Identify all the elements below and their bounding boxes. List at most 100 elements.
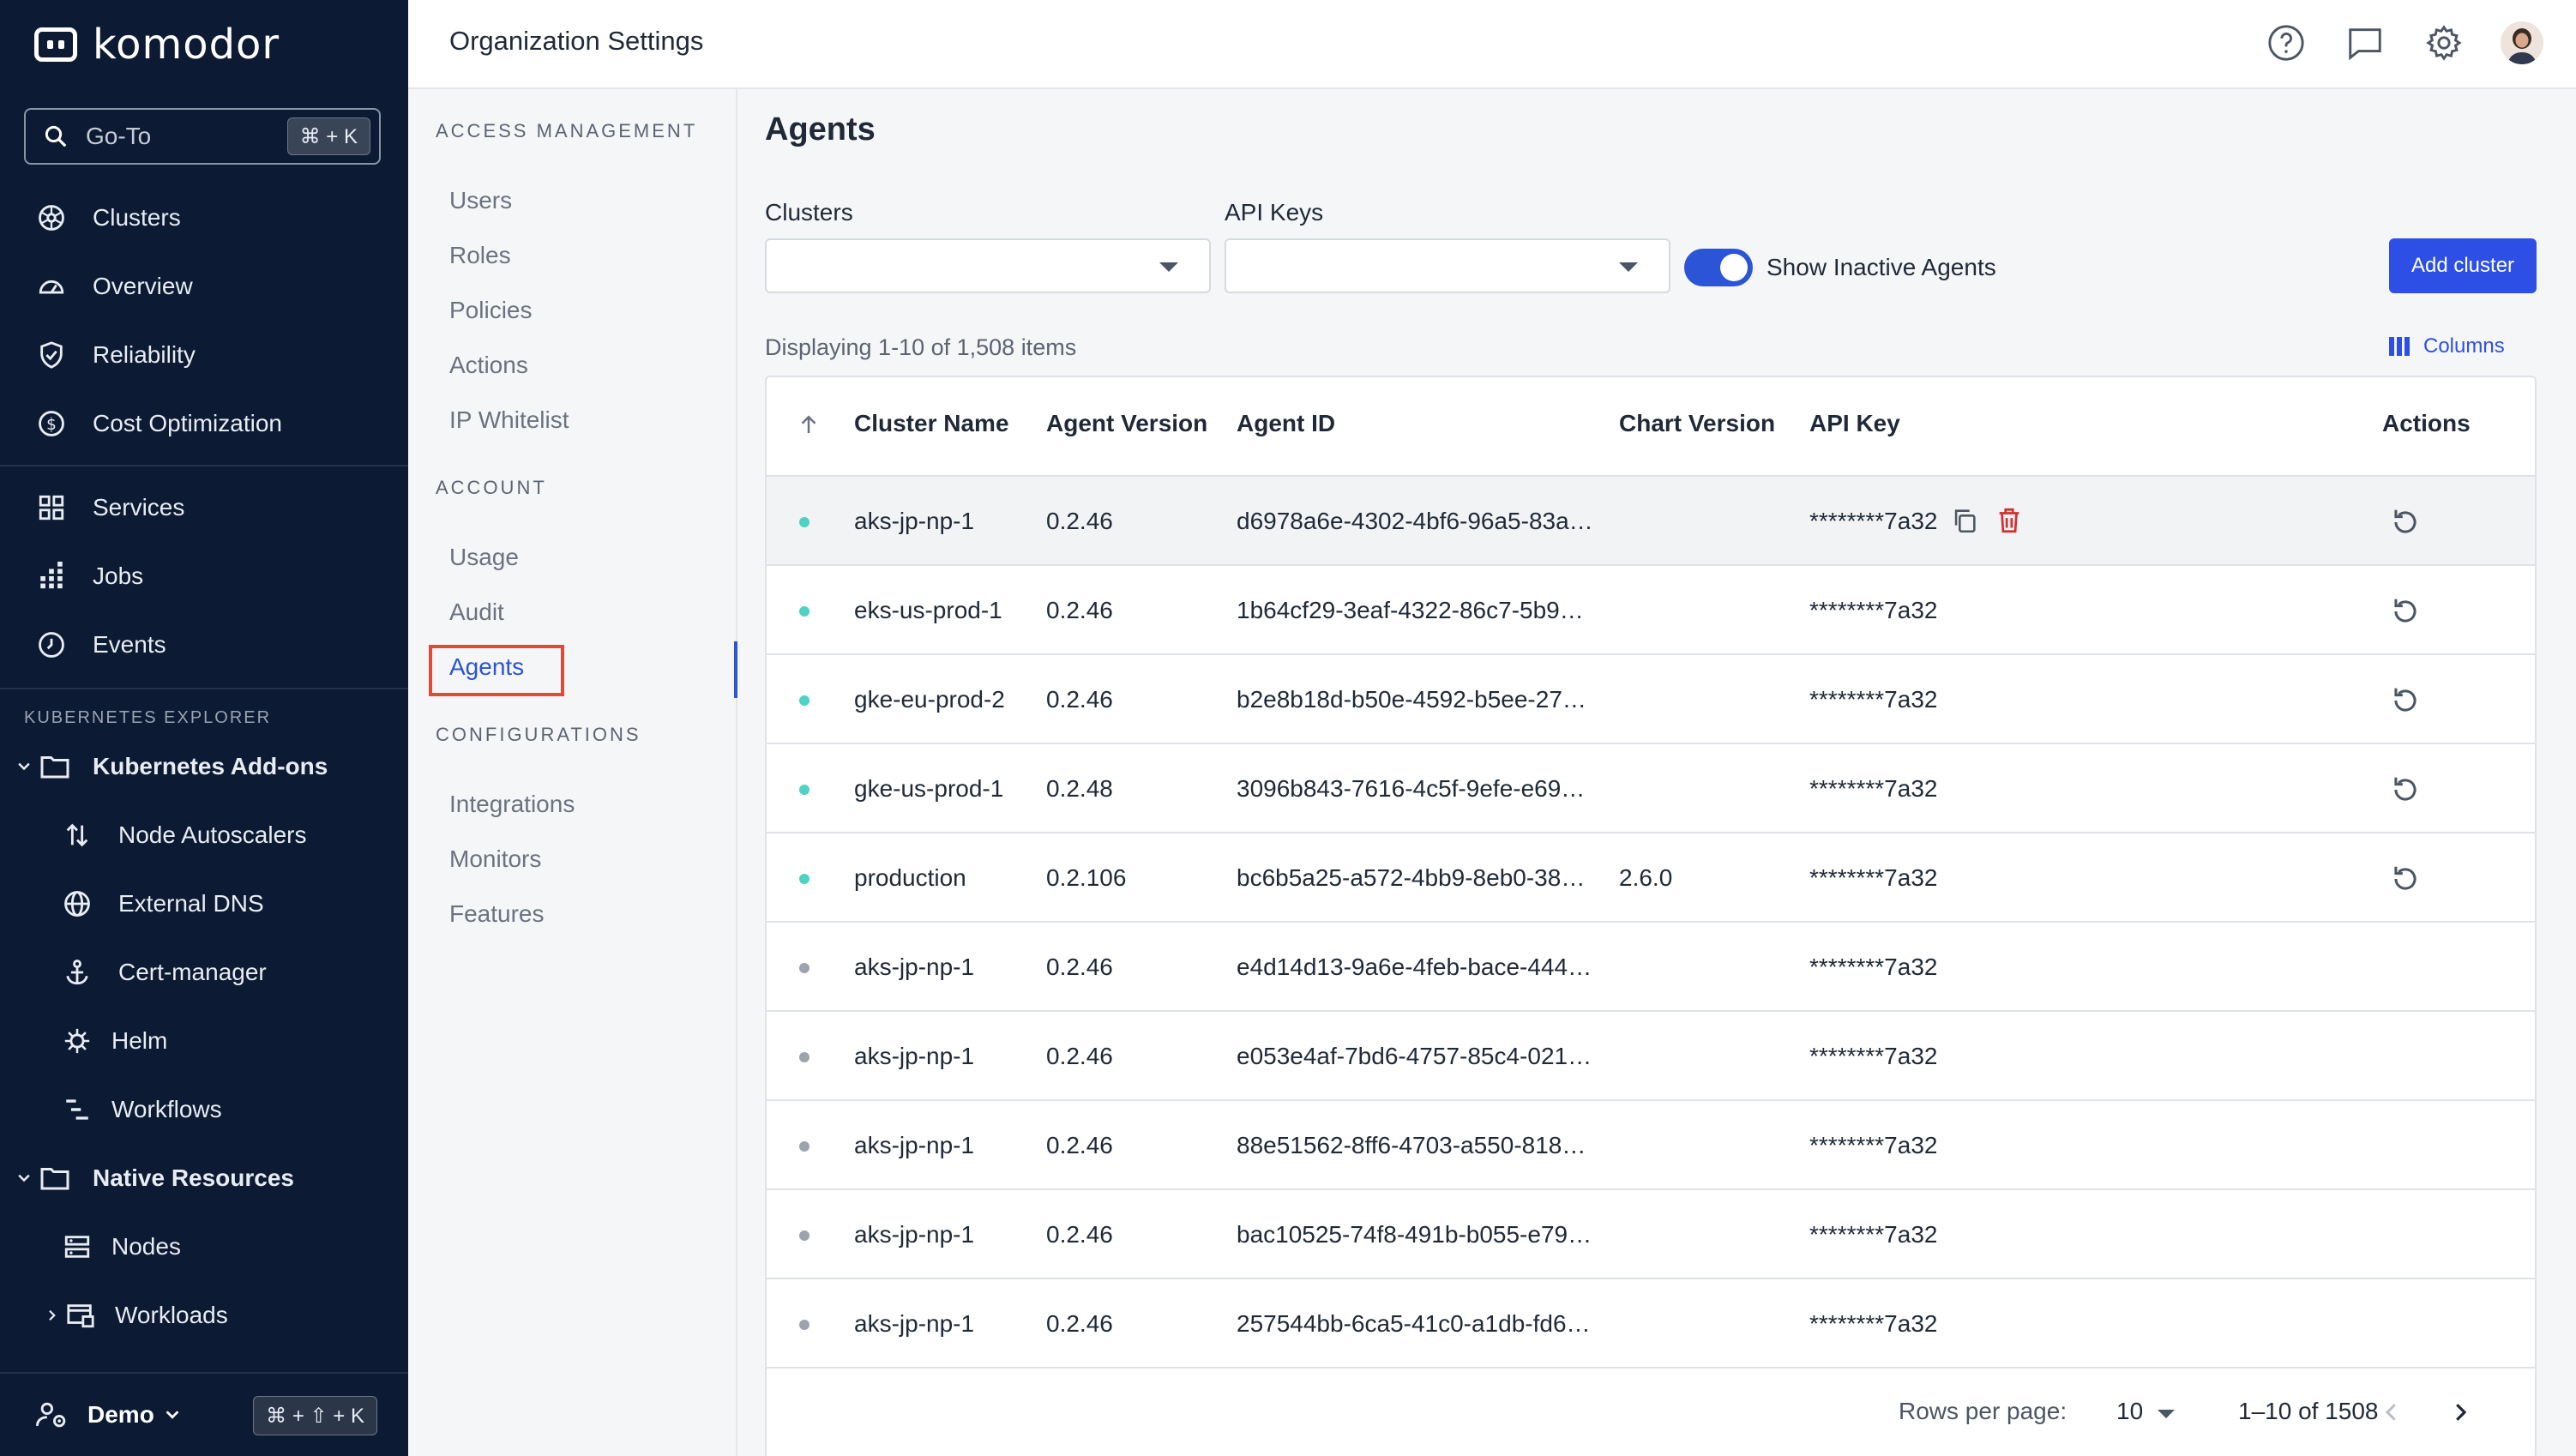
caret-down-icon[interactable] bbox=[2158, 1410, 2175, 1418]
settings-link-monitors[interactable]: Monitors bbox=[449, 845, 541, 873]
nav-clusters[interactable]: Clusters bbox=[34, 192, 181, 244]
nav-node-autoscalers[interactable]: Node Autoscalers bbox=[60, 809, 306, 861]
gear-icon[interactable] bbox=[2422, 21, 2466, 65]
users-gear-icon bbox=[36, 1402, 66, 1428]
settings-link-policies[interactable]: Policies bbox=[449, 297, 532, 324]
settings-link-usage[interactable]: Usage bbox=[449, 544, 519, 571]
table-row[interactable]: production 0.2.106 bc6b5a25-a572-4bb9-8eb0… bbox=[767, 833, 2535, 923]
items-count: Displaying 1-10 of 1,508 items bbox=[765, 334, 1077, 360]
settings-link-roles[interactable]: Roles bbox=[449, 242, 511, 269]
table-row[interactable]: aks-jp-np-1 0.2.46 bac10525-74f8-491b-b055… bbox=[767, 1190, 2535, 1279]
table-row[interactable]: gke-us-prod-1 0.2.48 3096b843-7616-4c5f-9e… bbox=[767, 744, 2535, 833]
help-icon[interactable] bbox=[2264, 21, 2308, 65]
show-inactive-toggle[interactable] bbox=[1684, 249, 1753, 286]
cell-agent-id: d6978a6e-4302-4bf6-96a5-83a… bbox=[1237, 508, 1593, 534]
col-agent-id[interactable]: Agent ID bbox=[1237, 410, 1335, 437]
nav-events-label: Events bbox=[93, 631, 166, 658]
settings-link-audit[interactable]: Audit bbox=[449, 599, 504, 626]
table-row[interactable]: aks-jp-np-1 0.2.46 257544bb-6ca5-41c0-a1db… bbox=[767, 1279, 2535, 1369]
delete-icon[interactable] bbox=[1995, 506, 2024, 535]
table-row[interactable]: aks-jp-np-1 0.2.46 e4d14d13-9a6e-4feb-bace… bbox=[767, 923, 2535, 1012]
nav-external-dns[interactable]: External DNS bbox=[60, 878, 264, 930]
col-api-key[interactable]: API Key bbox=[1809, 410, 1900, 437]
cell-agent-id: 88e51562-8ff6-4703-a550-818… bbox=[1237, 1132, 1586, 1158]
shield-check-icon bbox=[34, 338, 69, 372]
clusters-select[interactable] bbox=[765, 238, 1211, 293]
nav-workflows[interactable]: Workflows bbox=[60, 1084, 222, 1135]
status-dot bbox=[799, 695, 810, 706]
nav-services[interactable]: Services bbox=[34, 482, 184, 533]
nav-kubernetes-addons[interactable]: Kubernetes Add-ons bbox=[15, 741, 328, 792]
nav-workloads[interactable]: Workloads bbox=[45, 1290, 228, 1341]
agents-table: Cluster Name Agent Version Agent ID Char… bbox=[765, 376, 2537, 1456]
col-chart-version[interactable]: Chart Version bbox=[1619, 410, 1775, 437]
settings-link-features[interactable]: Features bbox=[449, 900, 545, 928]
user-avatar[interactable] bbox=[2501, 21, 2543, 64]
nav-native-resources[interactable]: Native Resources bbox=[15, 1152, 294, 1204]
cell-agent-version: 0.2.46 bbox=[1046, 686, 1113, 713]
agents-panel: Agents Clusters API Keys Show Inactive A… bbox=[739, 89, 2576, 1456]
goto-search[interactable]: Go-To ⌘ + K bbox=[24, 108, 381, 165]
col-actions: Actions bbox=[2382, 410, 2471, 436]
restart-icon[interactable] bbox=[2389, 506, 2422, 538]
status-dot bbox=[799, 1230, 810, 1241]
nav-overview[interactable]: Overview bbox=[34, 261, 193, 312]
columns-button[interactable]: Columns bbox=[2389, 334, 2505, 358]
clock-icon bbox=[34, 628, 69, 662]
nav-services-label: Services bbox=[93, 494, 185, 520]
apikeys-select[interactable] bbox=[1225, 238, 1670, 293]
restart-icon[interactable] bbox=[2389, 684, 2422, 717]
nav-jobs[interactable]: Jobs bbox=[34, 551, 143, 602]
settings-link-actions[interactable]: Actions bbox=[449, 352, 528, 379]
settings-link-ip-whitelist[interactable]: IP Whitelist bbox=[449, 406, 569, 434]
chat-icon[interactable] bbox=[2343, 21, 2387, 65]
account-switcher[interactable]: Demo bbox=[36, 1399, 182, 1430]
copy-icon[interactable] bbox=[1950, 506, 1979, 535]
status-dot bbox=[799, 874, 810, 884]
sort-arrow-up-icon[interactable] bbox=[796, 412, 822, 437]
cell-agent-id: e4d14d13-9a6e-4feb-bace-444… bbox=[1237, 954, 1592, 980]
nav-clusters-label: Clusters bbox=[93, 204, 181, 231]
nav-helm[interactable]: Helm bbox=[60, 1015, 167, 1067]
nav-reliability-label: Reliability bbox=[93, 341, 196, 368]
add-cluster-button[interactable]: Add cluster bbox=[2389, 238, 2537, 293]
prev-page-icon[interactable] bbox=[2379, 1399, 2404, 1425]
komodor-logo[interactable]: komodor bbox=[34, 21, 280, 69]
col-agent-version[interactable]: Agent Version bbox=[1046, 410, 1207, 437]
nav-helm-label: Helm bbox=[111, 1027, 168, 1054]
settings-link-integrations[interactable]: Integrations bbox=[449, 791, 575, 818]
settings-link-agents[interactable]: Agents bbox=[449, 653, 524, 681]
table-row[interactable]: gke-eu-prod-2 0.2.46 b2e8b18d-b50e-4592-b5… bbox=[767, 655, 2535, 744]
cell-api-key: ********7a32 bbox=[1809, 954, 1938, 980]
nav-cost-optimization[interactable]: $ Cost Optimization bbox=[34, 398, 282, 449]
account-heading: ACCOUNT bbox=[436, 477, 547, 498]
page-range: 1–10 of 1508 bbox=[2238, 1398, 2379, 1424]
table-row[interactable]: aks-jp-np-1 0.2.46 e053e4af-7bd6-4757-85c4… bbox=[767, 1012, 2535, 1101]
cell-agent-id: e053e4af-7bd6-4757-85c4-021… bbox=[1237, 1043, 1592, 1069]
table-row[interactable]: aks-jp-np-1 0.2.46 d6978a6e-4302-4bf6-96a5… bbox=[767, 477, 2535, 566]
restart-icon[interactable] bbox=[2389, 773, 2422, 806]
restart-icon[interactable] bbox=[2389, 863, 2422, 895]
cell-agent-id: 3096b843-7616-4c5f-9efe-e69… bbox=[1237, 775, 1586, 802]
sidebar-divider bbox=[0, 465, 408, 466]
table-row[interactable]: aks-jp-np-1 0.2.46 88e51562-8ff6-4703-a550… bbox=[767, 1101, 2535, 1190]
rows-per-page-select[interactable]: 10 bbox=[2116, 1398, 2143, 1425]
status-dot bbox=[799, 606, 810, 617]
nav-reliability[interactable]: Reliability bbox=[34, 329, 196, 381]
restart-icon[interactable] bbox=[2389, 595, 2422, 628]
nav-events[interactable]: Events bbox=[34, 619, 166, 671]
cell-agent-version: 0.2.46 bbox=[1046, 597, 1113, 623]
table-row[interactable]: eks-us-prod-1 0.2.46 1b64cf29-3eaf-4322-86… bbox=[767, 566, 2535, 655]
sidebar-divider bbox=[0, 688, 408, 689]
nav-workloads-label: Workloads bbox=[115, 1302, 228, 1328]
cell-agent-version: 0.2.48 bbox=[1046, 775, 1113, 802]
next-page-icon[interactable] bbox=[2447, 1399, 2473, 1425]
col-cluster-name[interactable]: Cluster Name bbox=[854, 410, 1009, 437]
cell-chart-version: 2.6.0 bbox=[1619, 864, 1673, 891]
goto-shortcut: ⌘ + K bbox=[286, 117, 370, 155]
workloads-icon bbox=[63, 1298, 98, 1333]
nav-cert-manager[interactable]: Cert-manager bbox=[60, 947, 267, 998]
nav-nodes[interactable]: Nodes bbox=[60, 1221, 181, 1272]
nav-cert-manager-label: Cert-manager bbox=[118, 959, 267, 985]
settings-link-users[interactable]: Users bbox=[449, 187, 512, 214]
